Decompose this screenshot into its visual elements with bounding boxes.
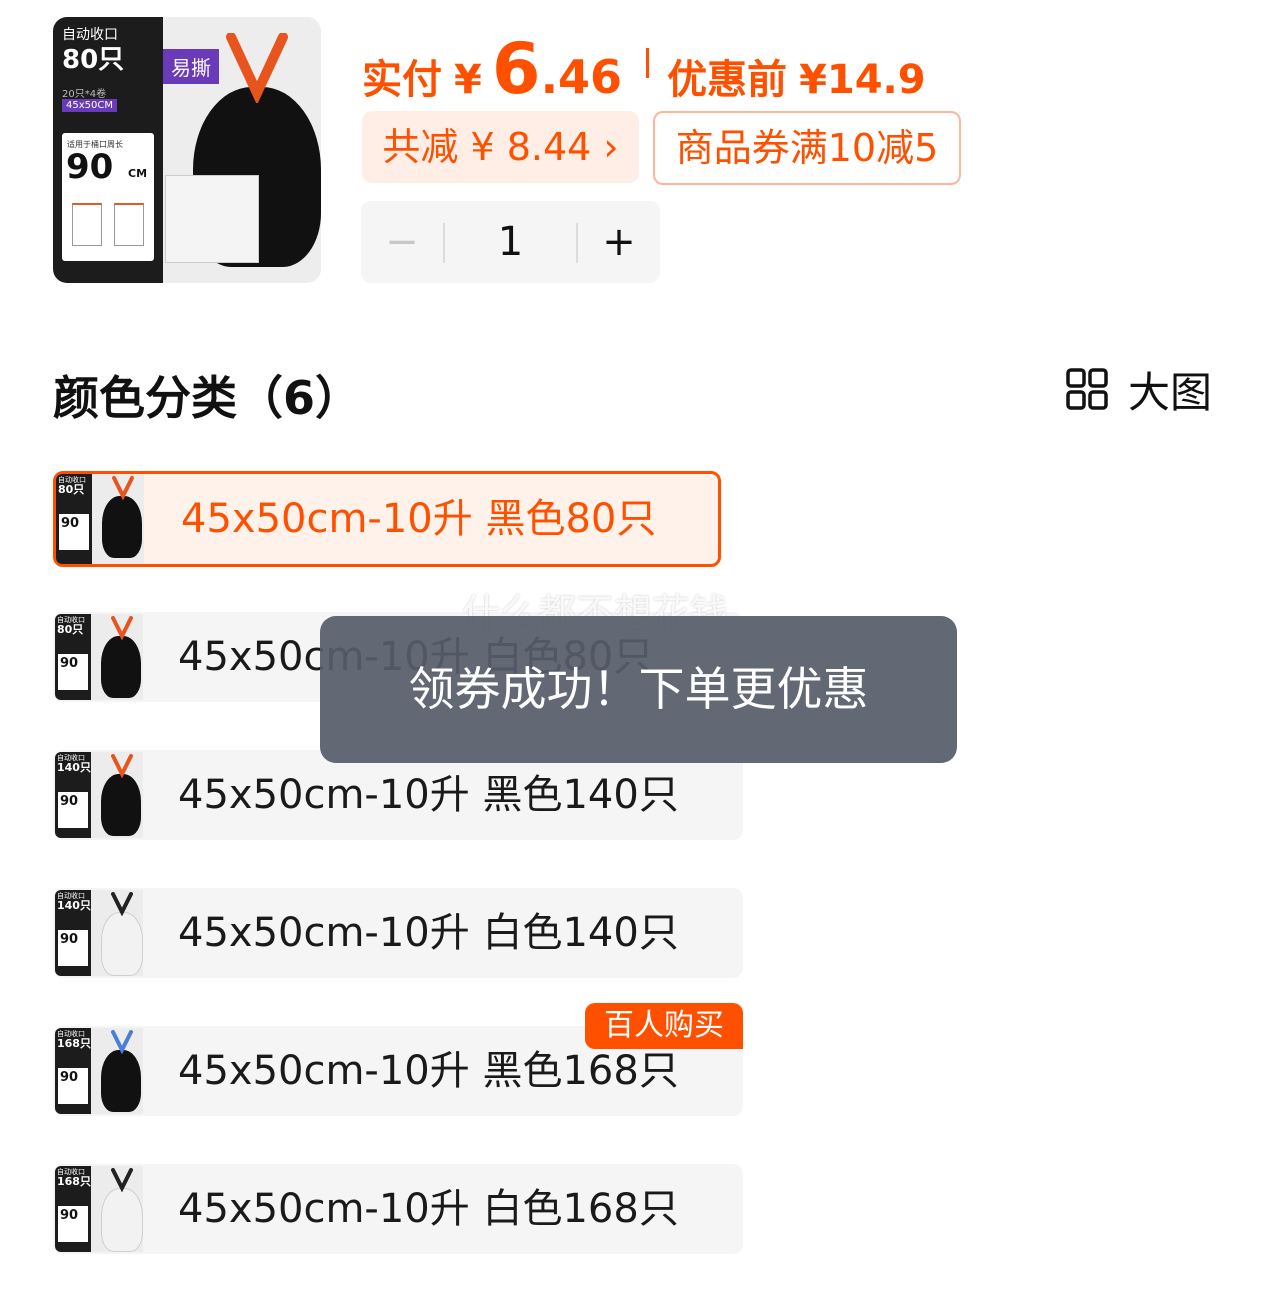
before-discount-price: ¥14.9 [799, 57, 926, 103]
sku-thumbnail: 自动收口 168只 90 [55, 1028, 143, 1114]
package-box-illustration [165, 175, 259, 263]
sku-thumbnail: 自动收口 80只 90 [55, 614, 143, 700]
sku-thumbnail: 自动收口 140只 90 [55, 890, 143, 976]
bag-icon [101, 774, 141, 836]
actual-price-label: 实付 [362, 57, 442, 103]
total-discount-chip[interactable]: 共减 ¥ 8.44 › [362, 111, 639, 183]
toast-message: 领券成功！下单更优惠 [320, 616, 957, 763]
sku-thumb-count: 140只 [57, 761, 91, 774]
product-image-title: 自动收口 [62, 27, 118, 43]
tie-handle-icon [111, 754, 133, 778]
section-title: 颜色分类（6） [53, 371, 362, 425]
tie-handle-icon [112, 476, 134, 500]
sku-thumbnail: 自动收口 80只 90 [56, 474, 144, 564]
sku-option-label: 45x50cm-10升 黑色80只 [181, 496, 657, 542]
price-divider [646, 48, 650, 78]
tie-handle-icon [111, 1168, 133, 1192]
bag-icon [101, 1188, 143, 1252]
before-discount-label: 优惠前 [667, 57, 788, 103]
sku-option[interactable]: 自动收口 168只 90 45x50cm-10升 白色168只 [53, 1164, 743, 1254]
sku-thumb-count: 80只 [57, 623, 84, 636]
bin-illustration [114, 203, 144, 246]
bigview-label: 大图 [1128, 367, 1213, 417]
coupon-chip[interactable]: 商品券满10减5 [653, 111, 961, 185]
product-image[interactable]: 自动收口 80只 20只*4卷 45x50CM 适用于桶口周长 90 CM 易撕 [53, 17, 321, 283]
quantity-value[interactable]: 1 [445, 201, 576, 283]
quantity-stepper: − 1 + [361, 201, 660, 283]
increase-button[interactable]: + [578, 201, 660, 283]
price-line: 实付 ¥ 6 .46 优惠前 ¥14.9 [362, 28, 926, 110]
popular-badge: 百人购买 [585, 1003, 743, 1049]
product-image-count: 80只 [62, 45, 125, 75]
bag-icon [101, 636, 141, 698]
perimeter-unit: CM [128, 167, 148, 180]
tie-handle-icon [111, 892, 133, 916]
sku-option-label: 45x50cm-10升 白色140只 [178, 910, 679, 956]
decrease-button[interactable]: − [361, 201, 443, 283]
sku-thumb-count: 168只 [57, 1175, 91, 1188]
actual-price-integer: 6 [491, 28, 541, 110]
perimeter-value: 90 [66, 147, 114, 187]
product-image-card: 适用于桶口周长 90 CM [62, 133, 154, 261]
easy-tear-tag: 易撕 [163, 49, 219, 84]
sku-thumbnail: 自动收口 168只 90 [55, 1166, 143, 1252]
sku-option[interactable]: 自动收口 80只 90 45x50cm-10升 黑色80只 [53, 471, 721, 567]
bigview-toggle[interactable]: 大图 [1066, 366, 1212, 417]
product-image-pack: 20只*4卷 [62, 89, 107, 100]
currency-symbol: ¥ [454, 57, 482, 103]
bag-icon [101, 1050, 141, 1112]
tie-handle-icon [111, 616, 133, 640]
sku-thumb-count: 80只 [58, 483, 85, 496]
sku-thumb-count: 140只 [57, 899, 91, 912]
product-image-panel: 自动收口 80只 20只*4卷 45x50CM 适用于桶口周长 90 CM [53, 17, 163, 283]
sku-thumb-count: 168只 [57, 1037, 91, 1050]
tie-handle-icon [226, 33, 288, 103]
sku-option[interactable]: 自动收口 140只 90 45x50cm-10升 白色140只 [53, 888, 743, 978]
bag-icon [101, 912, 143, 976]
sku-option-label: 45x50cm-10升 白色168只 [178, 1186, 679, 1232]
product-image-size: 45x50CM [62, 99, 117, 112]
sku-option-label: 45x50cm-10升 黑色140只 [178, 772, 679, 818]
tie-handle-icon [111, 1030, 133, 1054]
sku-thumbnail: 自动收口 140只 90 [55, 752, 143, 838]
grid-icon [1066, 368, 1108, 410]
bag-icon [102, 496, 142, 558]
actual-price-decimal: .46 [540, 50, 623, 104]
sku-option[interactable]: 自动收口 140只 90 45x50cm-10升 黑色140只 [53, 750, 743, 840]
bin-illustration [72, 203, 102, 246]
